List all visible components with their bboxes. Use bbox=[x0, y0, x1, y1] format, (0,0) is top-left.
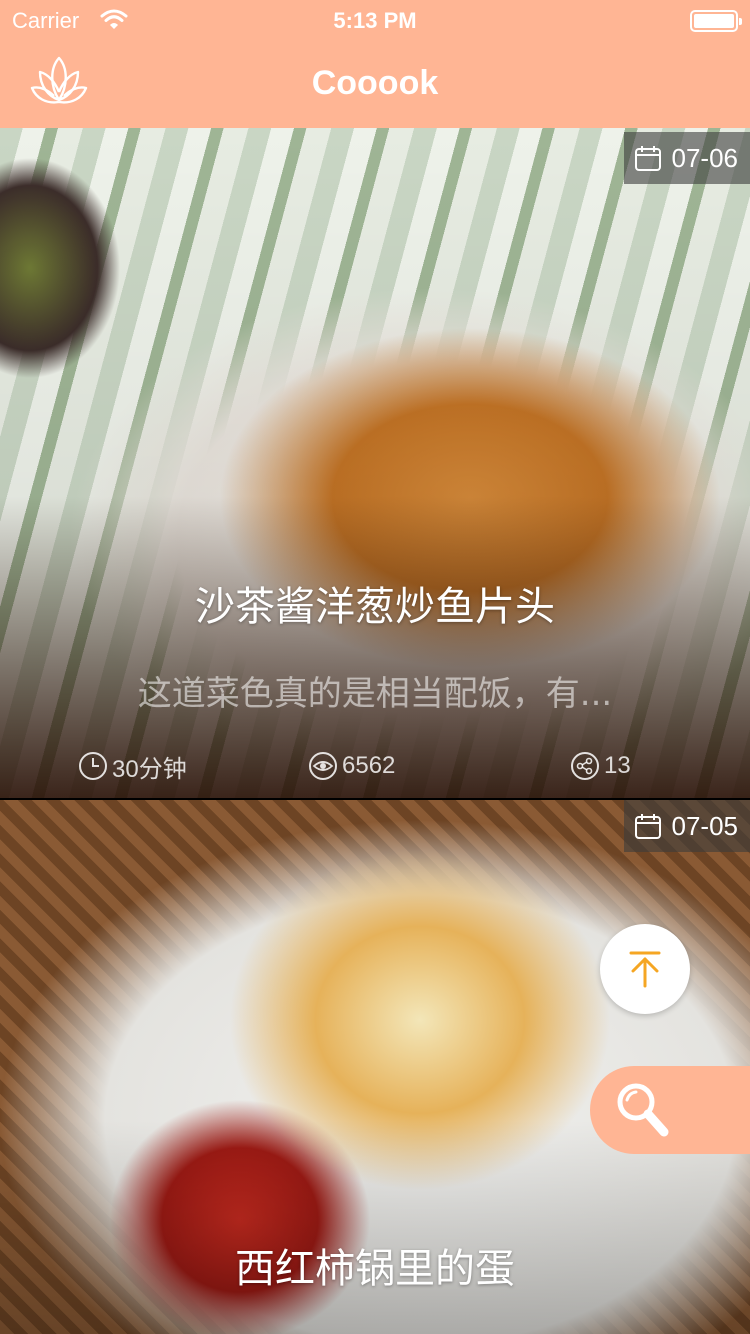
recipe-card[interactable]: 07-06 沙茶酱洋葱炒鱼片头 这道菜色真的是相当配饭，有... 30分钟 65… bbox=[0, 128, 750, 798]
cook-time: 30分钟 bbox=[78, 748, 187, 784]
battery-icon bbox=[690, 10, 742, 32]
cook-time-value: 30分钟 bbox=[112, 755, 187, 783]
recipe-description: 这道菜色真的是相当配饭，有... bbox=[137, 674, 613, 714]
calendar-icon bbox=[634, 146, 661, 171]
view-count: 6562 bbox=[308, 748, 395, 784]
date-badge: 07-05 bbox=[623, 800, 750, 852]
app-title: Cooook bbox=[311, 64, 439, 102]
calendar-icon bbox=[634, 814, 661, 839]
search-button[interactable] bbox=[590, 1066, 750, 1154]
date-badge: 07-06 bbox=[623, 132, 750, 184]
status-bar: Carrier 5:13 PM bbox=[0, 0, 750, 40]
top-bar: Carrier 5:13 PM Cooook bbox=[0, 0, 750, 128]
status-time: 5:13 PM bbox=[333, 8, 417, 33]
share-count-value: 13 bbox=[604, 752, 631, 779]
scroll-to-top-button[interactable] bbox=[600, 924, 690, 1014]
share-count[interactable]: 13 bbox=[570, 748, 631, 784]
date-text: 07-06 bbox=[671, 142, 739, 173]
view-count-value: 6562 bbox=[342, 752, 396, 779]
arrow-up-icon bbox=[629, 951, 661, 988]
recipe-title: 西红柿锅里的蛋 bbox=[235, 1246, 515, 1292]
magnifier-icon bbox=[617, 1083, 669, 1137]
date-text: 07-05 bbox=[671, 810, 739, 841]
recipe-title: 沙茶酱洋葱炒鱼片头 bbox=[195, 584, 555, 630]
eye-icon bbox=[309, 752, 337, 780]
share-icon bbox=[571, 752, 599, 780]
clock-icon bbox=[79, 752, 107, 780]
